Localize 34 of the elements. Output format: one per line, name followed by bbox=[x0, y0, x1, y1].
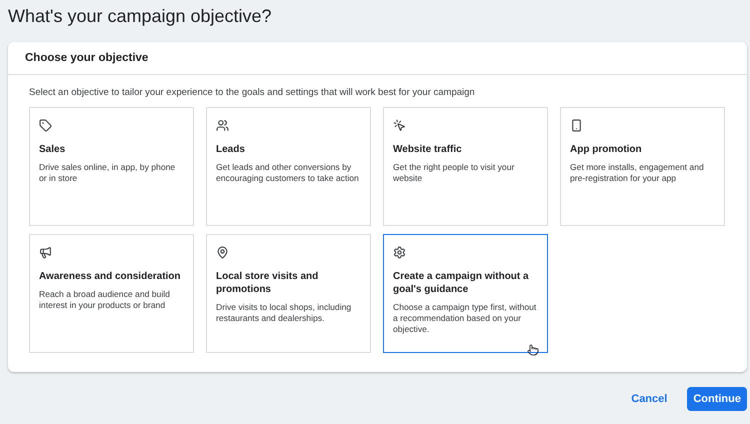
objective-title: Leads bbox=[216, 143, 246, 156]
people-icon bbox=[216, 119, 229, 132]
objective-description: Drive visits to local shops, including restaurants and dealerships. bbox=[216, 302, 352, 324]
tag-icon bbox=[39, 119, 52, 132]
objective-tile[interactable]: Leads Get leads and other conversions by encouraging customers to take action bbox=[206, 107, 371, 226]
objective-tile[interactable]: App promotion Get more installs, engagement and pre-registration for your app bbox=[560, 107, 725, 226]
objective-title: Website traffic bbox=[393, 143, 463, 156]
objective-tile[interactable]: Awareness and consideration Reach a broad audience and build interest in your products or brand bbox=[29, 234, 194, 353]
objective-description: Get the right people to visit your website bbox=[393, 162, 516, 184]
hand-cursor-icon bbox=[527, 344, 539, 356]
objective-description: Reach a broad audience and build interest in your products or brand bbox=[39, 289, 171, 311]
objective-title: Sales bbox=[39, 143, 66, 156]
objective-description: Drive sales online, in app, by phone or in store bbox=[39, 162, 176, 184]
continue-button[interactable]: Continue bbox=[687, 387, 747, 411]
objective-description: Get more installs, engagement and pre-registration for your app bbox=[570, 162, 705, 184]
cancel-button[interactable]: Cancel bbox=[625, 387, 674, 411]
card-description: Select an objective to tailor your experience to the goals and settings that will work best for your campaign bbox=[29, 87, 476, 99]
objective-title: Local store visits and promotions bbox=[216, 270, 320, 296]
page-title: What's your campaign objective? bbox=[8, 5, 273, 28]
cursor-click-icon bbox=[393, 119, 406, 132]
map-pin-icon bbox=[216, 246, 229, 259]
objective-title: Create a campaign without a goal's guidance bbox=[393, 270, 530, 296]
objective-tile[interactable]: Sales Drive sales online, in app, by phone or in store bbox=[29, 107, 194, 226]
objective-description: Get leads and other conversions by encouraging customers to take action bbox=[216, 162, 360, 184]
settings-icon bbox=[393, 246, 406, 259]
objective-title: Awareness and consideration bbox=[39, 270, 182, 283]
objective-tile[interactable]: Website traffic Get the right people to visit your website bbox=[383, 107, 548, 226]
objective-description: Choose a campaign type first, without a recommendation based on your objective. bbox=[393, 302, 538, 335]
phone-icon bbox=[570, 119, 583, 132]
objective-tile[interactable]: Create a campaign without a goal's guidance Choose a campaign type first, without a recommendation based on your objective. bbox=[383, 234, 548, 353]
objective-title: App promotion bbox=[570, 143, 643, 156]
objective-tile[interactable]: Local store visits and promotions Drive visits to local shops, including restaurants and dealerships. bbox=[206, 234, 371, 353]
card-header: Choose your objective bbox=[8, 42, 747, 75]
megaphone-icon bbox=[39, 246, 52, 259]
